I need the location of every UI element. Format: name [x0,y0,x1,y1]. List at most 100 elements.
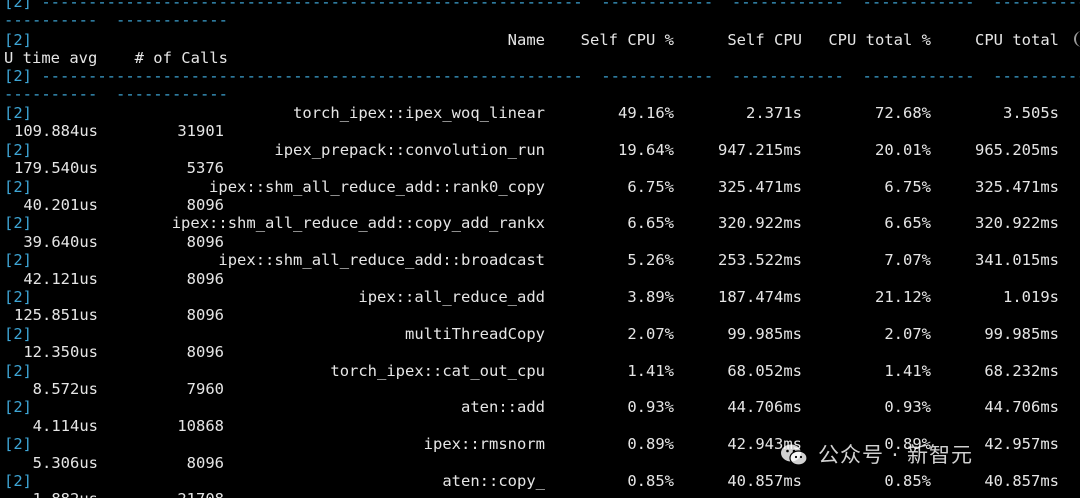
self-cpu-pct: 0.85% [627,472,674,490]
cpu-total: 40.857ms [984,472,1059,490]
op-name: aten::add [461,398,545,417]
header-self-cpu-pct: Self CPU % [580,31,674,49]
cpu-total-pct: 6.75% [884,177,931,196]
cpu-total-pct: 0.93% [884,398,931,417]
cpu-total-pct: 0.85% [884,472,931,490]
cpu-total: 3.505s [1003,104,1059,122]
op-name: ipex::rmsnorm [423,435,545,454]
table-row: [2] ipex::shm_all_reduce_add::broadcast 5.… [4,251,1064,269]
self-cpu: 187.474ms [718,288,802,306]
table-row-cont: 5.306us 8096 [4,454,234,472]
op-name: torch_ipex::cat_out_cpu [330,361,545,380]
self-cpu: 44.706ms [727,398,802,417]
self-cpu: 40.857ms [727,472,802,490]
table-row-cont: 40.201us 8096 [4,196,234,214]
cpu-total: 320.922ms [975,214,1059,233]
num-calls: 5376 [186,159,224,178]
table-row: [2] torch_ipex::cat_out_cpu 1.41% 68.052ms 1… [4,362,1064,380]
table-row: [2] ipex_prepack::convolution_run 19.64% 94… [4,141,1064,159]
self-cpu-pct: 0.89% [627,435,674,454]
watermark-text: 公众号 · 新智元 [818,442,974,467]
op-name: ipex::shm_all_reduce_add::broadcast [218,251,545,270]
cpu-total: 341.015ms [975,251,1059,270]
op-name: ipex::shm_all_reduce_add::rank0_copy [209,177,545,196]
self-cpu: 68.052ms [727,361,802,380]
table-row: [2] aten::copy_ 0.85% 40.857ms 0.85% 40.857ms [4,472,1064,490]
num-calls: 8096 [186,269,224,288]
cpu-time-avg: 40.201us [23,196,98,214]
table-row-cont: 12.350us 8096 [4,343,234,361]
table-row: [2] ipex::shm_all_reduce_add::rank0_copy 6… [4,178,1064,196]
cpu-total-pct: 6.65% [884,214,931,233]
self-cpu-pct: 1.41% [627,361,674,380]
self-cpu-pct: 2.07% [627,324,674,343]
op-name: ipex::all_reduce_add [358,288,545,306]
cpu-total: 44.706ms [984,398,1059,417]
self-cpu-pct: 19.64% [618,140,674,159]
cpu-total: 99.985ms [984,324,1059,343]
table-row-cont: 1.882us21708 [4,490,234,498]
cpu-time-avg: 42.121us [23,269,98,288]
num-calls: 7960 [186,380,224,398]
separator-line-cont: ---------- ------------ [4,11,228,29]
cpu-total-pct: 1.41% [884,361,931,380]
cpu-time-avg: 12.350us [23,343,98,362]
table-row: [2] aten::add 0.93% 44.706ms 0.93% 44.706ms [4,398,1064,416]
table-row-cont: 179.540us 5376 [4,159,234,177]
cpu-total: 68.232ms [984,361,1059,380]
table-row-cont: 42.121us 8096 [4,270,234,288]
separator-line: [2] ------------------------------------… [4,0,1080,11]
table-row-cont: 109.884us 31901 [4,122,234,140]
cpu-time-avg: 39.640us [23,232,98,251]
cpu-total-pct: 2.07% [884,324,931,343]
self-cpu: 947.215ms [718,140,802,159]
cpu-total-pct: 21.12% [875,288,931,306]
op-name: torch_ipex::ipex_woq_linear [293,104,545,122]
table-header: [2] Name Self CPU % Self CPU CPU total %… [4,31,1064,49]
table-header-cont: U time avg # of Calls [4,49,228,67]
table-row-cont: 4.114us 10868 [4,417,234,435]
self-cpu: 320.922ms [718,214,802,233]
self-cpu: 325.471ms [718,177,802,196]
self-cpu-pct: 0.93% [627,398,674,417]
self-cpu: 253.522ms [718,251,802,270]
table-row: [2] multiThreadCopy 2.07% 99.985ms 2.07% 99.9… [4,325,1064,343]
cpu-time-avg: 179.540us [14,159,98,178]
scroll-indicator[interactable] [1074,31,1080,47]
op-name: ipex::shm_all_reduce_add::copy_add_rankx [171,214,545,233]
self-cpu-pct: 3.89% [627,288,674,306]
num-calls: 8096 [186,306,224,325]
num-calls: 10868 [177,416,224,435]
self-cpu-pct: 49.16% [618,104,674,122]
cpu-time-avg: 125.851us [14,306,98,325]
cpu-total: 965.205ms [975,140,1059,159]
num-calls: 8096 [186,453,224,472]
header-cpu-total-pct: CPU total % [828,31,931,49]
cpu-total-pct: 20.01% [875,140,931,159]
cpu-time-avg: 109.884us [14,122,98,141]
num-calls: 8096 [186,232,224,251]
cpu-time-avg: 8.572us [32,380,98,398]
cpu-total-pct: 7.07% [884,251,931,270]
separator-line-cont: ---------- ------------ [4,85,228,103]
num-calls: 21708 [98,490,224,498]
op-name: aten::copy_ [442,472,545,490]
header-cpu-total: CPU total [975,31,1059,49]
separator-line: [2] ------------------------------------… [4,67,1080,85]
self-cpu-pct: 6.75% [627,177,674,196]
num-calls: 8096 [186,343,224,362]
self-cpu-pct: 6.65% [627,214,674,233]
num-calls: 8096 [186,196,224,214]
header-name: Name [507,31,545,49]
num-calls: 31901 [177,122,224,141]
terminal-window[interactable]: [2] ------------------------------------… [0,0,1080,498]
table-row: [2] ipex::shm_all_reduce_add::copy_add_ra… [4,214,1064,232]
self-cpu: 99.985ms [727,324,802,343]
header-self-cpu: Self CPU [727,31,802,49]
table-row-cont: 8.572us 7960 [4,380,234,398]
self-cpu: 2.371s [746,104,802,122]
wechat-icon [780,443,808,467]
cpu-total: 1.019s [1003,288,1059,306]
cpu-time-avg: 1.882us [4,490,98,498]
table-row: [2] torch_ipex::ipex_woq_linear 49.16% 2.37… [4,104,1064,122]
